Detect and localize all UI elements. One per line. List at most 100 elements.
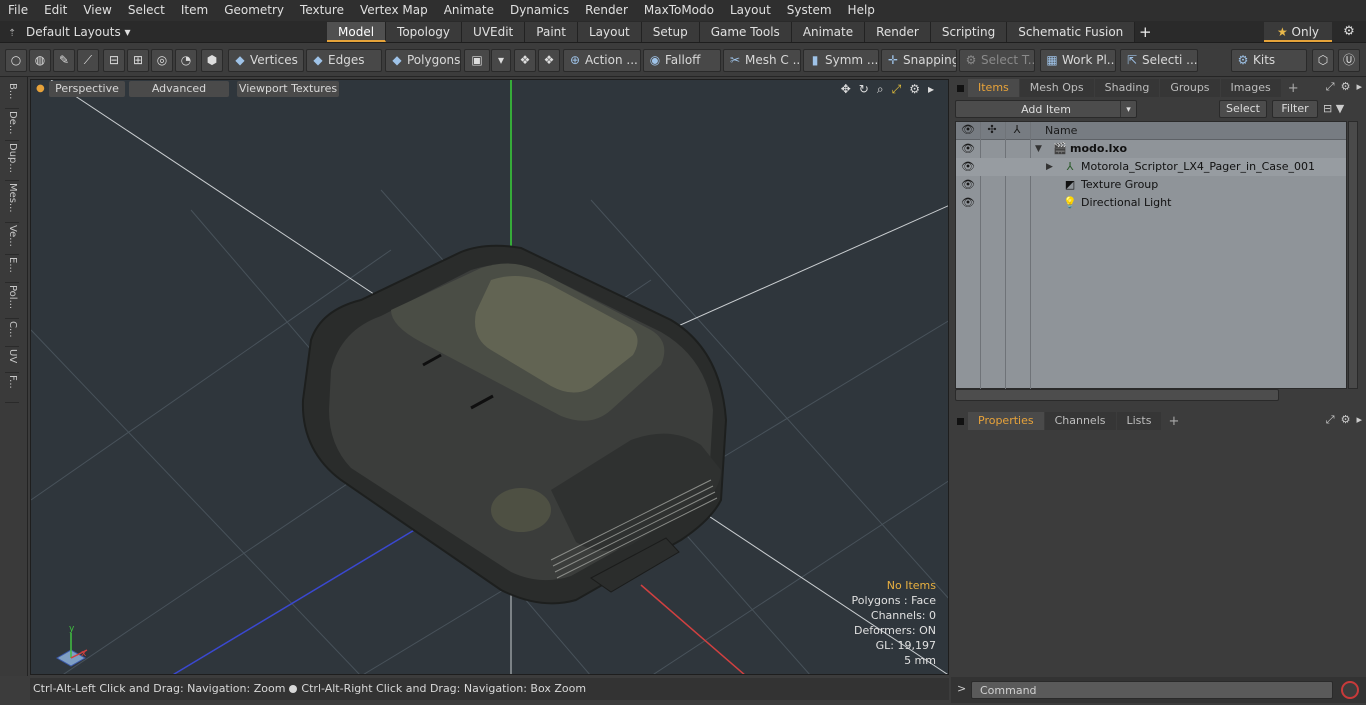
- menu-texture[interactable]: Texture: [292, 0, 352, 21]
- expand-triangle-icon[interactable]: ▼: [1035, 140, 1042, 158]
- tab-images[interactable]: Images: [1220, 79, 1281, 97]
- snapping-button[interactable]: ✛ Snapping: [881, 49, 957, 72]
- 3d-viewport[interactable]: y x ● Perspective Advanced Viewport Text…: [30, 79, 949, 675]
- collapse-icon[interactable]: ⊟: [1323, 102, 1332, 115]
- tab-groups[interactable]: Groups: [1160, 79, 1220, 97]
- vertices-button[interactable]: ◆ Vertices: [228, 49, 304, 72]
- layout-collapse-icon[interactable]: ⇡: [8, 23, 26, 45]
- funnel-icon[interactable]: ▼: [1336, 102, 1344, 115]
- advanced-shading-button[interactable]: Advanced: [129, 81, 229, 97]
- tab-schematic-fusion[interactable]: Schematic Fusion: [1007, 22, 1136, 42]
- unity-icon[interactable]: ⬡: [1312, 49, 1334, 72]
- edges-button[interactable]: ◆ Edges: [306, 49, 382, 72]
- tab-render[interactable]: Render: [865, 22, 931, 42]
- symmetry-cube-icon[interactable]: ❖: [514, 49, 536, 72]
- align-icon[interactable]: ⊟: [103, 49, 125, 72]
- mesh-cleanup-button[interactable]: ✂ Mesh C ...: [723, 49, 801, 72]
- tab-animate[interactable]: Animate: [791, 22, 866, 42]
- snap-target-icon[interactable]: ◎: [151, 49, 173, 72]
- panel-arrow-icon[interactable]: ▸: [1356, 80, 1362, 94]
- tab-mesh-ops[interactable]: Mesh Ops: [1019, 79, 1094, 97]
- brush-icon[interactable]: ⟋: [77, 49, 99, 72]
- viewport-gear-icon[interactable]: ⚙: [909, 82, 920, 97]
- tab-shading[interactable]: Shading: [1094, 79, 1160, 97]
- left-tab-mesh-edit[interactable]: Mes...: [5, 183, 19, 223]
- left-tab-curve[interactable]: C...: [5, 321, 19, 347]
- menu-animate[interactable]: Animate: [436, 0, 502, 21]
- layout-selector[interactable]: ⇡ Default Layouts ▾: [8, 21, 131, 43]
- panel-handle-icon[interactable]: [957, 84, 964, 92]
- item-row-scene[interactable]: 👁 ▼ 🎬 modo.lxo: [956, 140, 1346, 158]
- add-panel-tab-icon[interactable]: +: [1282, 81, 1305, 96]
- left-tab-edge[interactable]: E...: [5, 257, 19, 283]
- left-tab-duplicate[interactable]: Dup...: [5, 143, 19, 181]
- left-tab-polygon[interactable]: Pol...: [5, 285, 19, 319]
- tab-properties[interactable]: Properties: [968, 412, 1044, 430]
- left-tab-basic[interactable]: B...: [5, 83, 19, 109]
- panel-handle-icon[interactable]: [957, 417, 964, 425]
- item-row-light[interactable]: 👁 💡 Directional Light: [956, 194, 1346, 212]
- pen-icon[interactable]: ✎: [53, 49, 75, 72]
- only-button[interactable]: ★ Only: [1264, 22, 1332, 42]
- shield-icon[interactable]: ⬢: [201, 49, 223, 72]
- panel-expand-icon[interactable]: ⤢: [1326, 80, 1335, 94]
- visibility-eye-icon[interactable]: 👁: [960, 158, 976, 176]
- unreal-icon[interactable]: Ⓤ: [1338, 49, 1360, 72]
- tab-scripting[interactable]: Scripting: [930, 22, 1008, 42]
- panel-expand-icon[interactable]: ⤢: [1326, 413, 1335, 427]
- falloff-button[interactable]: ◉ Falloff: [643, 49, 721, 72]
- menu-maxtomodo[interactable]: MaxToModo: [636, 0, 722, 21]
- tab-lists[interactable]: Lists: [1116, 412, 1162, 430]
- command-input[interactable]: [971, 681, 1333, 699]
- viewport-textures-button[interactable]: Viewport Textures: [237, 81, 339, 97]
- clock-icon[interactable]: ◔: [175, 49, 197, 72]
- visibility-eye-icon[interactable]: 👁: [960, 140, 976, 158]
- selection-sets-button[interactable]: ⇱ Selecti ...: [1120, 49, 1198, 72]
- tab-setup[interactable]: Setup: [641, 22, 700, 42]
- kits-button[interactable]: ⚙ Kits: [1231, 49, 1307, 72]
- work-plane-button[interactable]: ▦ Work Pl...: [1040, 49, 1116, 72]
- chevron-down-icon[interactable]: ▾: [491, 49, 511, 72]
- transform-icon[interactable]: ⊞: [127, 49, 149, 72]
- add-item-dropdown-icon[interactable]: ▾: [1120, 101, 1136, 117]
- menu-vertex-map[interactable]: Vertex Map: [352, 0, 436, 21]
- polygons-button[interactable]: ◆ Polygons: [385, 49, 461, 72]
- menu-render[interactable]: Render: [577, 0, 636, 21]
- item-list-vertical-scrollbar[interactable]: [1348, 121, 1358, 389]
- tab-channels[interactable]: Channels: [1044, 412, 1116, 430]
- select-through-button[interactable]: ⚙ Select T...: [959, 49, 1035, 72]
- filter-button[interactable]: Filter: [1272, 100, 1318, 118]
- viewport-expand-icon[interactable]: ▸: [928, 82, 934, 97]
- menu-view[interactable]: View: [75, 0, 119, 21]
- add-item-button[interactable]: Add Item ▾: [955, 100, 1137, 118]
- action-center-button[interactable]: ⊕ Action ...: [563, 49, 641, 72]
- maximize-icon[interactable]: ⤢: [892, 82, 902, 97]
- menu-geometry[interactable]: Geometry: [216, 0, 292, 21]
- symmetry-button[interactable]: ▮ Symm ...: [803, 49, 879, 72]
- item-row-mesh[interactable]: 👁 ▶ ⅄ Motorola_Scriptor_LX4_Pager_in_Cas…: [956, 158, 1346, 176]
- pivot-cube-icon[interactable]: ❖: [538, 49, 560, 72]
- menu-layout[interactable]: Layout: [722, 0, 779, 21]
- panel-gear-icon[interactable]: ⚙: [1341, 80, 1351, 94]
- name-column-header[interactable]: Name: [1045, 124, 1077, 137]
- tab-model[interactable]: Model: [327, 22, 387, 42]
- circle-select-icon[interactable]: ○: [5, 49, 27, 72]
- select-button[interactable]: Select: [1219, 100, 1267, 118]
- menu-edit[interactable]: Edit: [36, 0, 75, 21]
- menu-help[interactable]: Help: [840, 0, 883, 21]
- perspective-button[interactable]: Perspective: [49, 81, 125, 97]
- pan-icon[interactable]: ✥: [841, 82, 851, 97]
- add-tab-icon[interactable]: +: [1135, 22, 1155, 42]
- menu-file[interactable]: File: [0, 0, 36, 21]
- tab-layout[interactable]: Layout: [577, 22, 642, 42]
- item-list-horizontal-scrollbar[interactable]: [955, 389, 1279, 401]
- tab-topology[interactable]: Topology: [386, 22, 463, 42]
- tab-items[interactable]: Items: [968, 79, 1019, 97]
- cube-mode-icon[interactable]: ▣: [464, 49, 490, 72]
- left-tab-fusion[interactable]: F...: [5, 375, 19, 403]
- expand-triangle-icon[interactable]: ▶: [1046, 158, 1053, 176]
- visibility-eye-icon[interactable]: 👁: [960, 194, 976, 212]
- visibility-eye-icon[interactable]: 👁: [960, 176, 976, 194]
- item-row-texture-group[interactable]: 👁 ◩ Texture Group: [956, 176, 1346, 194]
- menu-dynamics[interactable]: Dynamics: [502, 0, 577, 21]
